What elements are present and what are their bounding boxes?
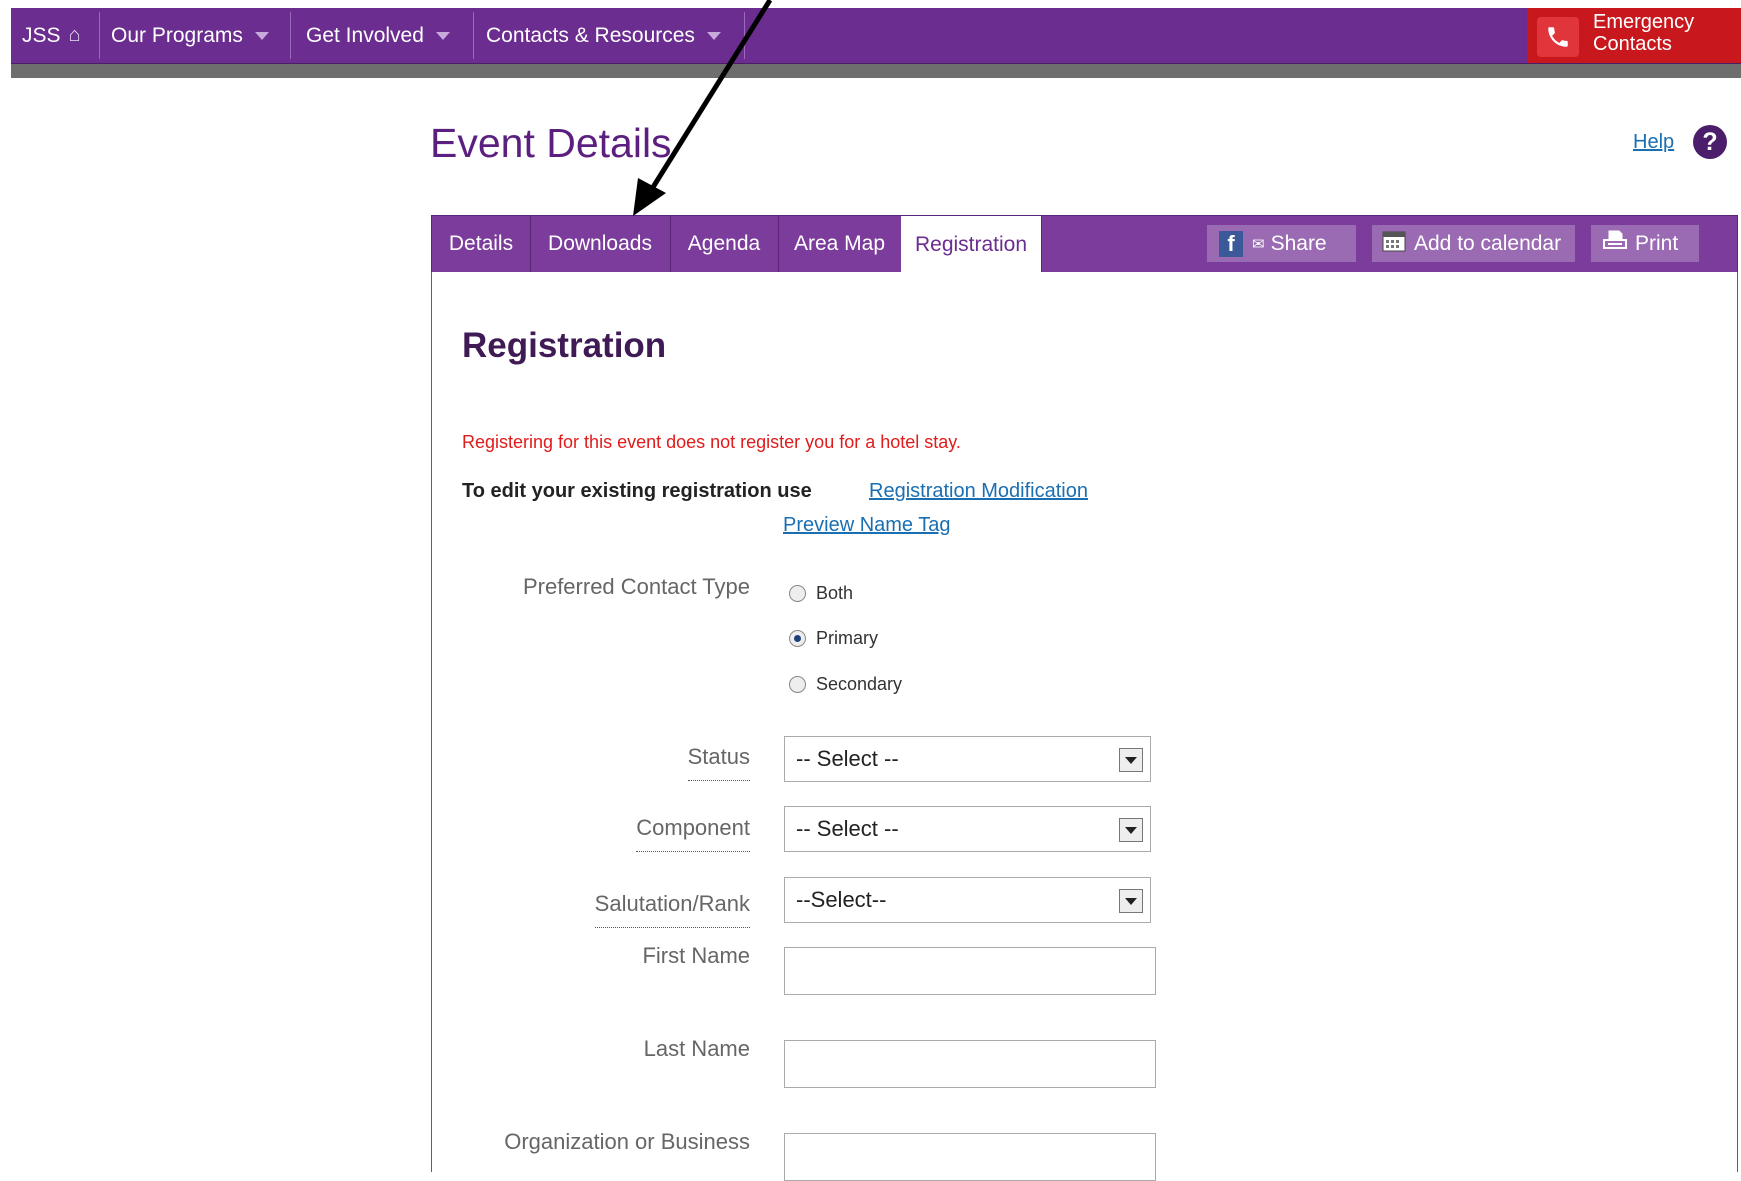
annotation-arrow-icon: [633, 0, 773, 216]
